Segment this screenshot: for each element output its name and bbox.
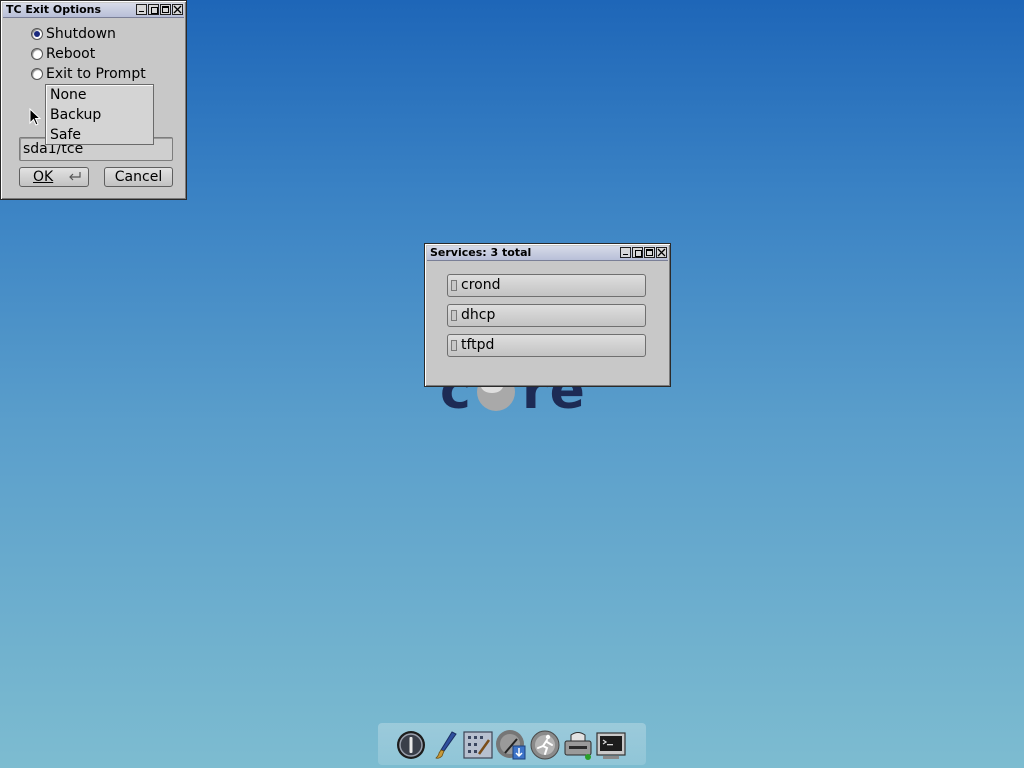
radio-shutdown[interactable]: Shutdown (31, 25, 116, 43)
menu-item-backup[interactable]: Backup (46, 105, 153, 125)
control-panel-icon[interactable] (462, 729, 494, 761)
radio-reboot[interactable]: Reboot (31, 45, 95, 63)
close-icon[interactable] (172, 4, 183, 15)
window-title: TC Exit Options (6, 3, 102, 16)
exit-power-icon[interactable] (395, 729, 427, 761)
radio-exit-to-prompt[interactable]: Exit to Prompt (31, 65, 146, 83)
menu-item-safe[interactable]: Safe (46, 125, 153, 145)
apps-icon[interactable] (495, 729, 527, 761)
backup-options-menu: None Backup Safe (45, 84, 154, 145)
restore-icon[interactable] (632, 247, 643, 258)
window-title: Services: 3 total (430, 246, 532, 259)
cancel-button[interactable]: Cancel (104, 167, 173, 187)
status-indicator-icon (451, 340, 457, 351)
cancel-label: Cancel (114, 169, 163, 185)
status-indicator-icon (451, 310, 457, 321)
radio-button[interactable] (31, 48, 43, 60)
minimize-icon[interactable] (136, 4, 147, 15)
services-window: Services: 3 total crond dhcp tftpd (424, 243, 671, 387)
radio-button[interactable] (31, 68, 43, 80)
minimize-icon[interactable] (620, 247, 631, 258)
radio-label: Reboot (46, 46, 96, 62)
restore-icon[interactable] (148, 4, 159, 15)
mouse-cursor-icon (29, 108, 41, 126)
title-bar[interactable]: Services: 3 total (427, 246, 668, 261)
ok-button[interactable]: OK (19, 167, 89, 187)
mount-tool-icon[interactable] (562, 729, 594, 761)
menu-item-none[interactable]: None (46, 85, 153, 105)
service-label: crond (461, 277, 501, 293)
service-toggle-tftpd[interactable]: tftpd (447, 334, 646, 357)
ok-label: OK (33, 169, 54, 185)
close-icon[interactable] (656, 247, 667, 258)
service-toggle-dhcp[interactable]: dhcp (447, 304, 646, 327)
service-label: tftpd (461, 337, 495, 353)
radio-label: Shutdown (46, 26, 116, 42)
maximize-icon[interactable] (160, 4, 171, 15)
terminal-icon[interactable] (595, 729, 627, 761)
enter-key-icon (69, 172, 81, 181)
run-icon[interactable] (529, 729, 561, 761)
radio-button-checked[interactable] (31, 28, 43, 40)
radio-label: Exit to Prompt (46, 66, 146, 82)
status-indicator-icon (451, 280, 457, 291)
title-bar[interactable]: TC Exit Options (3, 3, 184, 18)
paintbrush-icon[interactable] (430, 729, 462, 761)
service-label: dhcp (461, 307, 496, 323)
desktop: c re TC Exit Options Shutdown Reboot Exi… (0, 0, 1024, 768)
dock (378, 723, 646, 765)
service-toggle-crond[interactable]: crond (447, 274, 646, 297)
maximize-icon[interactable] (644, 247, 655, 258)
